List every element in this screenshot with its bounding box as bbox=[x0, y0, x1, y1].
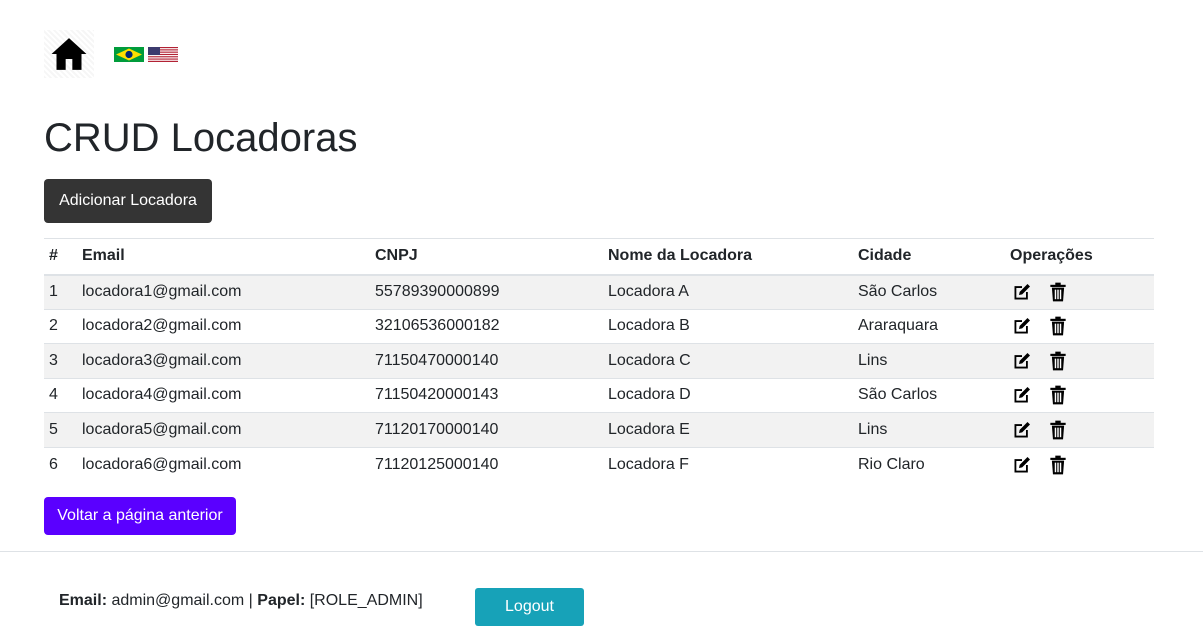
column-header-nome: Nome da Locadora bbox=[603, 238, 853, 276]
cell-email: locadora1@gmail.com bbox=[77, 274, 370, 309]
cell-operacoes bbox=[1005, 343, 1154, 378]
edit-icon[interactable] bbox=[1012, 351, 1032, 371]
cell-operacoes bbox=[1005, 274, 1154, 309]
trash-icon[interactable] bbox=[1048, 282, 1068, 302]
add-locadora-button[interactable]: Adicionar Locadora bbox=[44, 179, 212, 223]
trash-icon[interactable] bbox=[1048, 385, 1068, 405]
trash-icon[interactable] bbox=[1048, 420, 1068, 440]
table-row: 5 locadora5@gmail.com 71120170000140 Locado… bbox=[44, 412, 1154, 447]
cell-operacoes bbox=[1005, 308, 1154, 344]
column-header-id: # bbox=[44, 238, 77, 276]
logout-button[interactable]: Logout bbox=[475, 588, 584, 626]
cell-cnpj: 71120125000140 bbox=[370, 446, 603, 482]
email-label: Email: bbox=[59, 592, 108, 609]
table-row: 2 locadora2@gmail.com 32106536000182 Locado… bbox=[44, 308, 1154, 344]
cell-email: locadora4@gmail.com bbox=[77, 377, 370, 413]
locadoras-table: # Email CNPJ Nome da Locadora Cidade Ope… bbox=[44, 238, 1154, 482]
email-value: admin@gmail.com bbox=[111, 592, 245, 609]
cell-email: locadora6@gmail.com bbox=[77, 446, 370, 482]
cell-id: 1 bbox=[44, 274, 77, 309]
trash-icon[interactable] bbox=[1048, 316, 1068, 336]
user-info: Email: admin@gmail.com | Papel: [ROLE_AD… bbox=[59, 591, 423, 611]
footer-divider bbox=[0, 551, 1203, 552]
trash-icon[interactable] bbox=[1048, 455, 1068, 475]
cell-id: 5 bbox=[44, 412, 77, 447]
cell-nome: Locadora E bbox=[603, 412, 853, 447]
table-row: 4 locadora4@gmail.com 71150420000143 Locado… bbox=[44, 377, 1154, 413]
column-header-cnpj: CNPJ bbox=[370, 238, 603, 276]
cell-cidade: Lins bbox=[853, 343, 1005, 378]
back-button[interactable]: Voltar a página anterior bbox=[44, 497, 236, 535]
cell-nome: Locadora B bbox=[603, 308, 853, 344]
edit-icon[interactable] bbox=[1012, 420, 1032, 440]
cell-cidade: São Carlos bbox=[853, 377, 1005, 413]
role-value: [ROLE_ADMIN] bbox=[309, 592, 423, 609]
column-header-cidade: Cidade bbox=[853, 238, 1005, 276]
table-header-row: # Email CNPJ Nome da Locadora Cidade Ope… bbox=[44, 238, 1154, 276]
cell-nome: Locadora F bbox=[603, 446, 853, 482]
edit-icon[interactable] bbox=[1012, 316, 1032, 336]
cell-nome: Locadora D bbox=[603, 377, 853, 413]
page-title: CRUD Locadoras bbox=[44, 116, 358, 160]
cell-id: 6 bbox=[44, 446, 77, 482]
table-row: 6 locadora6@gmail.com 71120125000140 Locado… bbox=[44, 446, 1154, 482]
usa-flag-icon[interactable] bbox=[148, 46, 178, 62]
cell-cidade: Rio Claro bbox=[853, 446, 1005, 482]
cell-cnpj: 55789390000899 bbox=[370, 274, 603, 309]
table-row: 3 locadora3@gmail.com 71150470000140 Locado… bbox=[44, 343, 1154, 378]
cell-nome: Locadora A bbox=[603, 274, 853, 309]
cell-cnpj: 32106536000182 bbox=[370, 308, 603, 344]
cell-cidade: Lins bbox=[853, 412, 1005, 447]
edit-icon[interactable] bbox=[1012, 282, 1032, 302]
cell-email: locadora3@gmail.com bbox=[77, 343, 370, 378]
role-label: Papel: bbox=[257, 592, 306, 609]
cell-email: locadora2@gmail.com bbox=[77, 308, 370, 344]
cell-cnpj: 71120170000140 bbox=[370, 412, 603, 447]
cell-email: locadora5@gmail.com bbox=[77, 412, 370, 447]
cell-cnpj: 71150470000140 bbox=[370, 343, 603, 378]
edit-icon[interactable] bbox=[1012, 385, 1032, 405]
cell-operacoes bbox=[1005, 412, 1154, 447]
cell-nome: Locadora C bbox=[603, 343, 853, 378]
cell-operacoes bbox=[1005, 377, 1154, 413]
column-header-email: Email bbox=[77, 238, 370, 276]
trash-icon[interactable] bbox=[1048, 351, 1068, 371]
cell-operacoes bbox=[1005, 446, 1154, 482]
separator: | bbox=[248, 592, 253, 609]
home-icon[interactable] bbox=[44, 30, 94, 78]
edit-icon[interactable] bbox=[1012, 455, 1032, 475]
column-header-operacoes: Operações bbox=[1005, 238, 1154, 276]
top-bar bbox=[44, 30, 178, 78]
cell-id: 3 bbox=[44, 343, 77, 378]
cell-cidade: São Carlos bbox=[853, 274, 1005, 309]
cell-id: 4 bbox=[44, 377, 77, 413]
brazil-flag-icon[interactable] bbox=[114, 46, 144, 62]
cell-cidade: Araraquara bbox=[853, 308, 1005, 344]
cell-cnpj: 71150420000143 bbox=[370, 377, 603, 413]
table-row: 1 locadora1@gmail.com 55789390000899 Locado… bbox=[44, 274, 1154, 309]
cell-id: 2 bbox=[44, 308, 77, 344]
